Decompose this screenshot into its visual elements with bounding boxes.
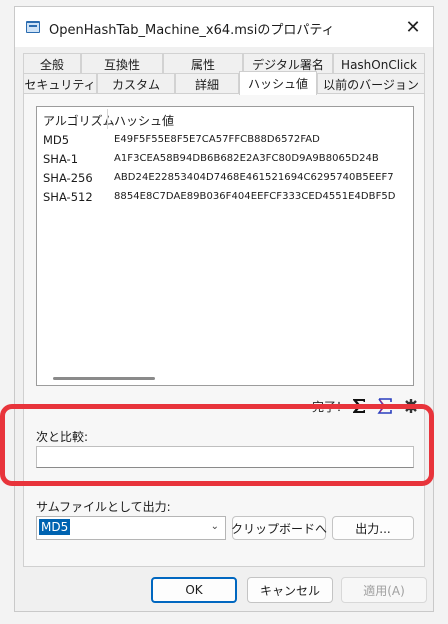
- row-hash: E49F5F55E8F5E7CA57FFCB88D6572FAD: [114, 134, 320, 145]
- sigma-icon: [353, 399, 365, 413]
- gear-icon: [404, 399, 418, 413]
- tab-custom[interactable]: カスタム: [97, 73, 175, 95]
- algorithm-select-value: MD5: [39, 519, 71, 535]
- row-hash: A1F3CEA58B94DB6B682E2A3FC80D9A9B8065D24B: [114, 153, 379, 164]
- row-algorithm: SHA-512: [43, 190, 93, 204]
- sigma-button[interactable]: [348, 395, 370, 417]
- cancel-button[interactable]: キャンセル: [247, 577, 333, 603]
- row-algorithm: SHA-1: [43, 152, 79, 166]
- hash-list[interactable]: アルゴリズム ハッシュ値 MD5 E49F5F55E8F5E7CA57FFCB8…: [36, 106, 414, 386]
- status-row: 完了！: [24, 394, 424, 418]
- export-button[interactable]: 出力...: [332, 516, 414, 540]
- properties-dialog: OpenHashTab_Machine_x64.msiのプロパティ ✕ 全般 互…: [14, 6, 434, 612]
- compare-input[interactable]: [36, 446, 414, 468]
- horizontal-scrollbar[interactable]: [53, 377, 155, 380]
- tab-security[interactable]: セキュリティ: [23, 73, 97, 95]
- title-bar: OpenHashTab_Machine_x64.msiのプロパティ ✕: [15, 7, 433, 47]
- close-button[interactable]: ✕: [393, 7, 433, 47]
- table-row[interactable]: MD5 E49F5F55E8F5E7CA57FFCB88D6572FAD: [37, 131, 413, 150]
- hash-tab-panel: アルゴリズム ハッシュ値 MD5 E49F5F55E8F5E7CA57FFCB8…: [23, 93, 425, 567]
- compare-label: 次と比較:: [36, 430, 89, 444]
- tab-hashonclick[interactable]: HashOnClick: [333, 53, 425, 75]
- close-icon: ✕: [405, 16, 421, 38]
- table-row[interactable]: SHA-1 A1F3CEA58B94DB6B682E2A3FC80D9A9B80…: [37, 150, 413, 169]
- table-row[interactable]: SHA-512 8854E8C7DAE89B036F404EEFCF333CED…: [37, 188, 413, 207]
- clipboard-button[interactable]: クリップボードへ: [231, 516, 327, 540]
- algorithm-select[interactable]: MD5 ⌄: [36, 516, 226, 540]
- row-hash: 8854E8C7DAE89B036F404EEFCF333CED4551E4DB…: [114, 191, 396, 202]
- tab-compatibility[interactable]: 互換性: [81, 53, 163, 75]
- msi-file-icon: [26, 21, 40, 33]
- sigma-outline-icon: [377, 398, 392, 414]
- tab-general[interactable]: 全般: [23, 53, 81, 75]
- row-algorithm: MD5: [43, 133, 70, 147]
- tab-attributes[interactable]: 属性: [163, 53, 243, 75]
- export-label: サムファイルとして出力:: [36, 500, 171, 514]
- row-algorithm: SHA-256: [43, 171, 93, 185]
- ok-button[interactable]: OK: [151, 577, 237, 603]
- table-row[interactable]: SHA-256 ABD24E22853404D7468E461521694C62…: [37, 169, 413, 188]
- status-text: 完了！: [311, 400, 348, 414]
- tab-hash-values[interactable]: ハッシュ値: [239, 71, 317, 95]
- list-header: アルゴリズム ハッシュ値: [37, 107, 413, 131]
- tab-previous-versions[interactable]: 以前のバージョン: [317, 73, 425, 95]
- window-title: OpenHashTab_Machine_x64.msiのプロパティ: [49, 23, 335, 38]
- chevron-down-icon: ⌄: [210, 521, 219, 532]
- row-hash: ABD24E22853404D7468E461521694C6295740B5E…: [114, 172, 394, 183]
- column-header-algorithm[interactable]: アルゴリズム: [43, 112, 115, 129]
- column-header-hash[interactable]: ハッシュ値: [114, 112, 174, 129]
- column-divider[interactable]: [107, 109, 108, 129]
- sigma-outline-button[interactable]: [374, 395, 396, 417]
- settings-button[interactable]: [400, 395, 422, 417]
- apply-button[interactable]: 適用(A): [341, 577, 427, 603]
- tab-details[interactable]: 詳細: [175, 73, 239, 95]
